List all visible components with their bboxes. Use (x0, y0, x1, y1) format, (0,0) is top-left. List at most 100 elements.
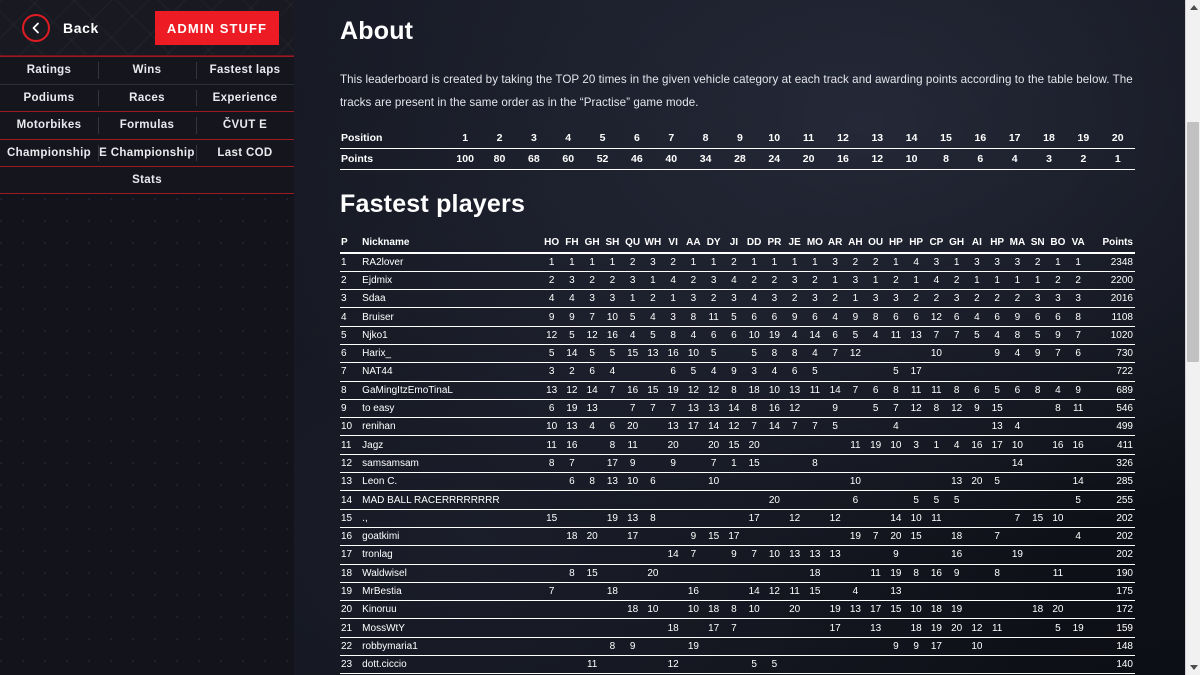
table-row[interactable]: 22 robbymaria1 8 9 19 9 9 17 10 148 (340, 637, 1135, 657)
cell-track-JI-11 (723, 564, 745, 583)
cell-track-GH-22: 9 (946, 564, 967, 583)
sidebar-item-podiums[interactable]: Podiums (0, 85, 98, 112)
page-scrollbar[interactable] (1185, 0, 1200, 675)
sidebar-item-stats[interactable]: Stats (0, 167, 294, 193)
table-row[interactable]: 9 to easy 6 19 13 7 7 7 13 13 14 8 16 12 9 5 7 12 8 12 9 15 8 1… (340, 399, 1135, 419)
cell-track-AA-9: 1 (683, 253, 704, 272)
sidebar-item-fastest-laps[interactable]: Fastest laps (196, 57, 294, 84)
sidebar-item-cvut-e[interactable]: ČVUT E (196, 112, 294, 139)
admin-stuff-button[interactable]: ADMIN STUFF (155, 11, 279, 45)
about-heading: About (340, 17, 414, 45)
table-row[interactable]: 2 Ejdmix 2 3 2 2 3 1 4 2 3 4 2 2 3 2 1 3 1 2 1 4 2 1 1 1 1 2 2 2200 (340, 271, 1135, 291)
points-row-cell: 68 (516, 148, 552, 170)
table-row[interactable]: 19 MrBestia 7 18 16 14 12 11 15 4 13 175 (340, 582, 1135, 602)
cell-track-VI-8: 20 (663, 435, 684, 455)
cell-track-HP-20: 17 (906, 362, 927, 382)
cell-track-AA-9 (683, 655, 704, 675)
cell-track-GH-4 (582, 618, 603, 638)
cell-track-HP-19: 9 (885, 637, 907, 657)
cell-track-VA-28: 5 (1068, 490, 1089, 510)
sidebar-item-e-championship[interactable]: E Championship (98, 140, 196, 167)
sidebar-item-ratings[interactable]: Ratings (0, 57, 98, 84)
table-row[interactable]: 7 NAT44 3 2 6 4 6 5 4 9 3 4 6 5 5 17 722 (340, 362, 1135, 382)
cell-track-WH-7: 3 (642, 253, 664, 272)
table-row[interactable]: 16 goatkimi 18 20 17 9 15 17 19 7 20 15 18 7 4 202 (340, 527, 1135, 547)
cell-track-OU-18: 7 (865, 527, 886, 547)
table-row[interactable]: 12 samsamsam 8 7 17 9 9 7 1 15 8 14 326 (340, 454, 1135, 474)
cell-track-CP-21 (926, 582, 947, 602)
cell-track-HO-2: 15 (541, 509, 562, 528)
cell-track-QU-6: 7 (622, 399, 643, 419)
cell-position: 9 (340, 399, 355, 419)
table-row[interactable]: 15., 15 19 13 8 17 12 12 14 10 11 7 15 10 202 (340, 509, 1135, 528)
table-row[interactable]: 23 dott.ciccio 11 12 5 5 140 (340, 655, 1135, 675)
cell-track-AA-9: 10 (683, 344, 704, 364)
triangle-down-icon[interactable] (1186, 660, 1200, 675)
sidebar-item-formulas[interactable]: Formulas (98, 112, 196, 139)
table-row[interactable]: 1 RA2lover 1 1 1 1 2 3 2 1 1 2 1 1 1 1 3 2 2 1 4 3 1 3 3 3 2 1 1 2348 (340, 253, 1135, 272)
cell-track-AI-23 (966, 454, 988, 474)
cell-track-MO-15: 14 (804, 326, 826, 345)
cell-position: 13 (340, 472, 355, 492)
table-row[interactable]: 17 tronlag 14 7 9 7 10 13 13 13 9 16 19 202 (340, 545, 1135, 565)
cell-track-HP-20: 3 (906, 435, 927, 455)
table-row[interactable]: 6 Harix_ 5 14 5 5 15 13 16 10 5 5 8 8 4 7 12 10 9 4 9 7 6 730 (340, 344, 1135, 364)
points-row-cell: 16 (825, 148, 861, 170)
table-row[interactable]: 18 Waldwisel 8 15 20 18 11 19 8 16 9 8 11 190 (340, 564, 1135, 583)
cell-track-MO-15 (804, 637, 826, 657)
cell-track-HP-20 (906, 545, 927, 565)
cell-track-DD-12: 10 (744, 326, 765, 345)
table-row[interactable]: 5 Njko1 12 5 12 16 4 5 8 4 6 6 10 19 4 14 6 5 4 11 13 7 7 5 4 8 5 9… (340, 326, 1135, 345)
triangle-up-icon[interactable] (1186, 0, 1200, 15)
cell-track-BO-27: 7 (1047, 344, 1069, 364)
sidebar-item-wins[interactable]: Wins (98, 57, 196, 84)
cell-position: 3 (340, 289, 355, 309)
sidebar-item-championship[interactable]: Championship (0, 140, 98, 167)
table-row[interactable]: 11 Jagz 11 16 8 11 20 20 15 20 11 19 10 3 1 4 16 17 10 16 16… (340, 435, 1135, 455)
cell-track-HP-24 (987, 362, 1008, 382)
cell-track-DY-10 (703, 490, 724, 510)
sidebar-item-races[interactable]: Races (98, 85, 196, 112)
scrollbar-thumb[interactable] (1187, 122, 1199, 362)
table-row[interactable]: 20 Kinoruu 18 10 10 18 8 10 20 19 13 17 15 10 18 19 18 20… (340, 600, 1135, 620)
cell-track-AI-23 (966, 655, 988, 675)
cell-track-MA-25 (1007, 362, 1028, 382)
cell-track-SH-5 (602, 600, 623, 620)
cell-track-MA-25 (1007, 618, 1028, 638)
back-label: Back (63, 19, 99, 36)
cell-track-AI-23: 4 (966, 307, 988, 327)
table-row[interactable]: 3 Sdaa 4 4 3 3 1 2 1 3 2 3 4 3 2 3 2 1 3 3 2 2 3 2 2 2 3 3 3 2016 (340, 289, 1135, 309)
cell-track-AH-17 (845, 545, 866, 565)
cell-track-SN-26 (1027, 618, 1048, 638)
column-header-gh-22: GH (946, 237, 967, 254)
cell-position: 23 (340, 655, 355, 675)
cell-track-CP-21: 16 (926, 564, 947, 583)
sidebar-header: Back ADMIN STUFF (0, 0, 294, 56)
cell-track-MO-15: 8 (804, 454, 826, 474)
cell-track-JI-11: 2 (723, 253, 745, 272)
cell-track-AH-17 (845, 399, 866, 419)
points-row-cell: 12 (860, 148, 895, 170)
cell-track-JE-14: 8 (784, 344, 805, 364)
cell-track-JE-14: 20 (784, 600, 805, 620)
sidebar-item-motorbikes[interactable]: Motorbikes (0, 112, 98, 139)
cell-track-SN-26 (1027, 490, 1048, 510)
cell-track-DD-12 (744, 490, 765, 510)
sidebar-item-experience[interactable]: Experience (196, 85, 294, 112)
cell-track-VA-28: 8 (1068, 307, 1089, 327)
table-row[interactable]: 13 Leon C. 6 8 13 10 6 10 10 13 20 5 14 285 (340, 472, 1135, 492)
cell-track-HP-20: 10 (906, 600, 927, 620)
table-row[interactable]: 8 GaMingItzEmoTinaL 13 12 14 7 16 15 19 12 12 8 18 10… (340, 381, 1135, 400)
table-row[interactable]: 21 MossWtY 18 17 7 17 13 18 19 20 12 11 5 19 159 (340, 618, 1135, 638)
cell-track-JE-14: 9 (784, 307, 805, 327)
table-row[interactable]: 14 MAD BALL RACERRRRRRRR 20 6 5 5 5 5 255 (340, 490, 1135, 510)
cell-track-FH-3 (561, 600, 583, 620)
sidebar-item-last-cod[interactable]: Last COD (196, 140, 294, 167)
cell-track-JE-14: 7 (784, 417, 805, 437)
table-row[interactable]: 4 Bruiser 9 9 7 10 5 4 3 8 11 5 6 6 9 6 4 9 8 6 6 12 6 4 6 9 6 6 8 11… (340, 307, 1135, 327)
table-row[interactable]: 10 renihan 10 13 4 6 20 13 17 14 12 7 14 7 7 5 4 13 4 499 (340, 417, 1135, 437)
cell-track-HP-24: 7 (987, 527, 1008, 547)
cell-track-SH-5 (602, 399, 623, 419)
back-button[interactable]: Back (22, 13, 99, 42)
cell-track-DD-12: 4 (744, 289, 765, 309)
